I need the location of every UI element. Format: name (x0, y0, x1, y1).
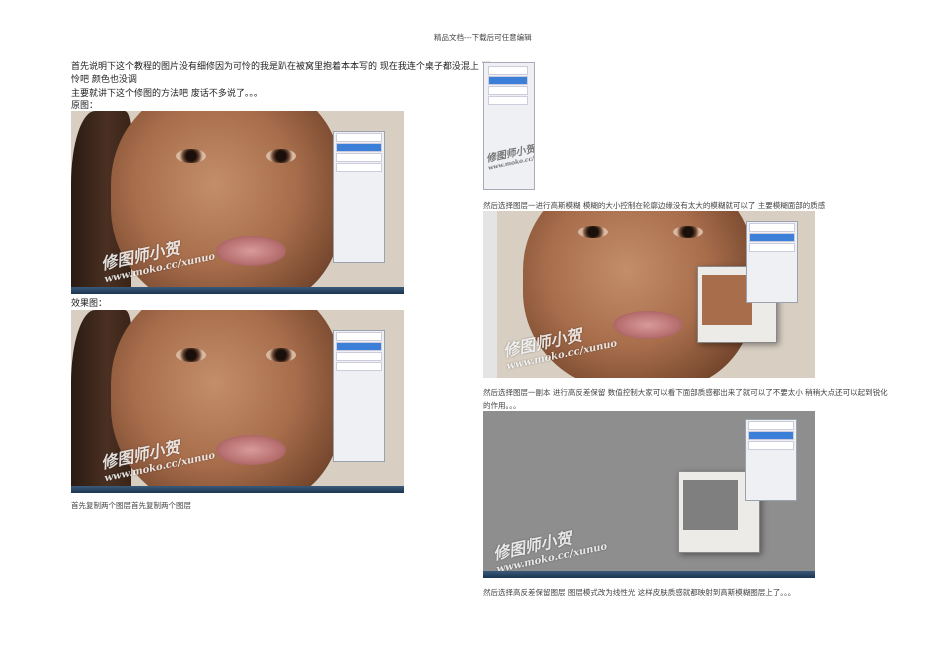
caption: 然后选择图层一副本 进行高反差保留 数值控制大家可以看下面部质感都出来了就可以了… (483, 388, 888, 397)
original-photo: 修图师小贺 www.moko.cc/xunuo (71, 111, 404, 294)
layers-panel (746, 221, 798, 303)
gaussian-blur-photo: 修图师小贺 www.moko.cc/xunuo (483, 211, 815, 378)
layers-panel (333, 131, 385, 263)
caption: 首先复制两个图层首先复制两个图层 (71, 501, 191, 510)
taskbar (71, 287, 404, 294)
intro-text-line: 首先说明下这个教程的图片没有细修因为可怜的我是趴在被窝里抱着本本写的 现在我连个… (71, 62, 491, 72)
tools-panel (483, 211, 497, 378)
layers-panel (333, 330, 385, 462)
page-header: 精品文档---下载后可任意编辑 (434, 33, 532, 42)
watermark: 修图师小贺 www.moko.cc/xunuo (491, 528, 609, 576)
caption: 然后选择高反差保留图层 图层模式改为线性光 这样皮肤质感就都映射到高斯模糊图层上… (483, 588, 796, 597)
watermark: 修图师小贺 www.moko.cc/xunuo (485, 143, 535, 172)
taskbar (71, 486, 404, 493)
result-photo: 修图师小贺 www.moko.cc/xunuo (71, 310, 404, 493)
high-pass-photo: 修图师小贺 www.moko.cc/xunuo (483, 411, 815, 578)
layers-panel-screenshot: 修图师小贺 www.moko.cc/xunuo (483, 62, 535, 190)
intro-text-line: 主要就讲下这个修图的方法吧 废话不多说了。。。 (71, 89, 263, 99)
taskbar (483, 571, 815, 578)
layers-panel (745, 419, 797, 501)
document-page: 精品文档---下载后可任意编辑 首先说明下这个教程的图片没有细修因为可怜的我是趴… (0, 0, 950, 672)
intro-text-line: 怜吧 颜色也没调 (71, 75, 137, 85)
